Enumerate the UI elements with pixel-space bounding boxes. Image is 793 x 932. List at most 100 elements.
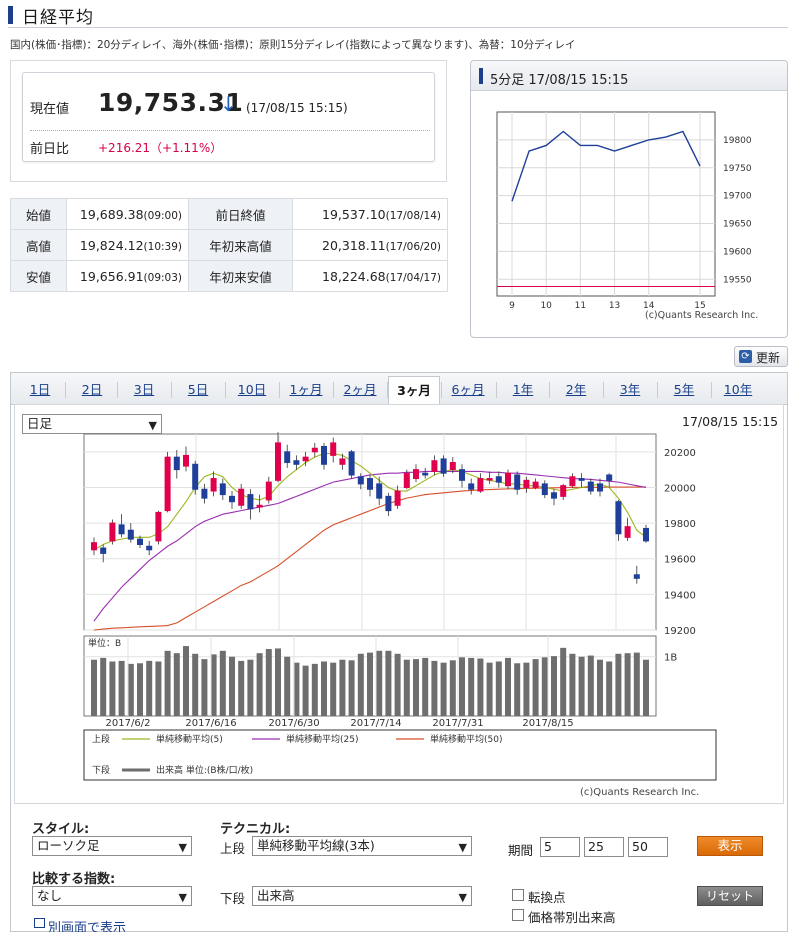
candle-body: [275, 442, 281, 481]
change-label: 前日比: [30, 142, 70, 157]
candle-body: [293, 460, 300, 465]
stat-value: 18,224.68(17/04/17): [292, 260, 448, 292]
tab-period[interactable]: 1年: [497, 376, 549, 405]
volume-bar: [551, 656, 557, 716]
price-ytick: 19200: [664, 626, 696, 637]
volume-bar: [91, 659, 97, 716]
compare-select[interactable]: なし ▼: [32, 886, 192, 906]
tab-separator: [65, 382, 66, 398]
volume-bar: [597, 659, 603, 716]
candle-body: [578, 478, 585, 481]
volume-bar: [348, 660, 355, 716]
tab-period[interactable]: 10日: [226, 376, 278, 405]
tab-period[interactable]: 1日: [14, 376, 66, 405]
new-window-icon: [34, 918, 45, 928]
volume-bar: [541, 657, 548, 716]
tab-separator: [711, 382, 712, 398]
tab-period[interactable]: 5年: [658, 376, 710, 405]
tab-period[interactable]: 10年: [712, 376, 764, 405]
volume-bar: [376, 650, 383, 716]
chevron-down-icon: ▼: [178, 841, 187, 854]
candle-body: [624, 526, 631, 538]
tab-period[interactable]: 2ヶ月: [334, 376, 386, 405]
volume-bar: [118, 660, 125, 716]
tab-period[interactable]: 2日: [66, 376, 118, 405]
volume-bar: [219, 650, 226, 716]
volume-bar: [532, 659, 539, 716]
header-divider: [8, 27, 788, 28]
volume-bar: [247, 659, 254, 716]
candle-body: [302, 456, 309, 462]
volume-bar: [569, 653, 576, 716]
volume-bar: [560, 647, 567, 716]
upper-technical-select[interactable]: 単純移動平均線(3本) ▼: [252, 836, 472, 856]
tab-period[interactable]: 6ヶ月: [442, 376, 494, 405]
candle-body: [100, 547, 107, 554]
intraday-copyright: (c)Quants Research Inc.: [645, 310, 758, 321]
stat-value: 19,824.12(10:39): [66, 229, 189, 261]
stat-label: 始値: [10, 198, 67, 230]
stat-value: 19,689.38(09:00): [66, 198, 189, 230]
legend-ma25-label: 単純移動平均(25): [286, 733, 358, 745]
chart-type-value: 日足: [27, 416, 53, 431]
lower-technical-select[interactable]: 出来高 ▼: [252, 886, 472, 906]
period-input-1[interactable]: 5: [540, 837, 580, 857]
refresh-button[interactable]: ⟳ 更新: [734, 346, 788, 367]
candle-body: [422, 472, 429, 476]
candle-body: [597, 483, 603, 492]
tab-period[interactable]: 1ヶ月: [280, 376, 332, 405]
candle-body: [385, 495, 392, 512]
chevron-down-icon: ▼: [458, 891, 467, 904]
candle-body: [541, 483, 548, 496]
style-select[interactable]: ローソク足 ▼: [32, 836, 192, 856]
tab-separator: [387, 382, 388, 398]
stats-table: 始値 19,689.38(09:00) 前日終値 19,537.10(17/08/14…: [10, 198, 448, 292]
candle-body: [357, 476, 364, 485]
show-button[interactable]: 表示: [697, 836, 763, 856]
volume-bar: [606, 661, 613, 716]
tab-separator: [441, 382, 442, 398]
volume-bar: [311, 663, 318, 716]
date-xtick: 2017/6/2: [106, 718, 151, 729]
compare-label: 比較する指数:: [32, 872, 116, 887]
turning-point-label: 転換点: [528, 890, 566, 905]
volume-bar: [615, 653, 622, 716]
volume-bar: [127, 663, 134, 716]
legend-volume-label: 出来高 単位:(B株/口/枚): [156, 764, 253, 776]
refresh-label: 更新: [756, 351, 781, 365]
intraday-ytick: 19600: [723, 247, 752, 257]
tab-period[interactable]: 3年: [604, 376, 656, 405]
volume-bar: [578, 656, 585, 716]
chevron-down-icon: ▼: [178, 891, 187, 904]
down-arrow-icon: ↓: [220, 92, 237, 116]
volume-by-price-checkbox[interactable]: [512, 909, 524, 921]
candle-body: [229, 495, 235, 503]
tab-period[interactable]: 3日: [118, 376, 170, 405]
volume-bar: [229, 656, 235, 716]
tab-period[interactable]: 5日: [172, 376, 224, 405]
turning-point-checkbox[interactable]: [512, 889, 524, 901]
candle-body: [247, 494, 254, 510]
new-window-link[interactable]: 別画面で表示: [48, 917, 126, 932]
volume-bar: [523, 662, 530, 716]
tab-period[interactable]: 2年: [550, 376, 602, 405]
intraday-xtick: 10: [540, 301, 552, 311]
reset-button[interactable]: リセット: [697, 886, 763, 906]
technical-label: テクニカル:: [220, 822, 291, 837]
volume-bar: [100, 657, 107, 716]
style-label: スタイル:: [32, 822, 90, 837]
price-ytick: 19800: [664, 519, 696, 530]
date-xtick: 2017/6/16: [185, 718, 236, 729]
stat-label: 年初来高値: [188, 229, 293, 261]
candle-body: [192, 463, 199, 490]
volume-bar: [367, 652, 373, 716]
tab-period[interactable]: 3ヶ月: [388, 376, 440, 405]
candle-body: [633, 574, 640, 579]
main-copyright: (c)Quants Research Inc.: [580, 787, 700, 798]
candle-body: [321, 445, 327, 465]
period-input-3[interactable]: 50: [628, 837, 668, 857]
period-input-2[interactable]: 25: [584, 837, 624, 857]
candle-body: [403, 472, 410, 488]
candle-body: [210, 478, 217, 492]
candle-body: [532, 481, 539, 488]
